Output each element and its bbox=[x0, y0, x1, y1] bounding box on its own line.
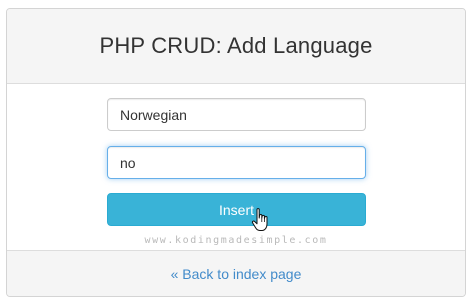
hand-pointer-icon bbox=[251, 208, 268, 231]
panel-heading: PHP CRUD: Add Language bbox=[7, 9, 465, 84]
language-name-input[interactable] bbox=[107, 98, 366, 131]
language-code-input[interactable] bbox=[107, 146, 366, 179]
page-title: PHP CRUD: Add Language bbox=[99, 33, 373, 58]
insert-button[interactable]: Insert bbox=[107, 193, 366, 226]
panel-footer: « Back to index page bbox=[7, 250, 465, 296]
watermark-text: www.kodingmadesimple.com bbox=[144, 235, 328, 246]
add-language-panel: PHP CRUD: Add Language Insert www.koding… bbox=[6, 8, 466, 297]
form-body: Insert www.kodingmadesimple.com bbox=[7, 83, 465, 251]
back-to-index-link[interactable]: « Back to index page bbox=[171, 266, 302, 282]
